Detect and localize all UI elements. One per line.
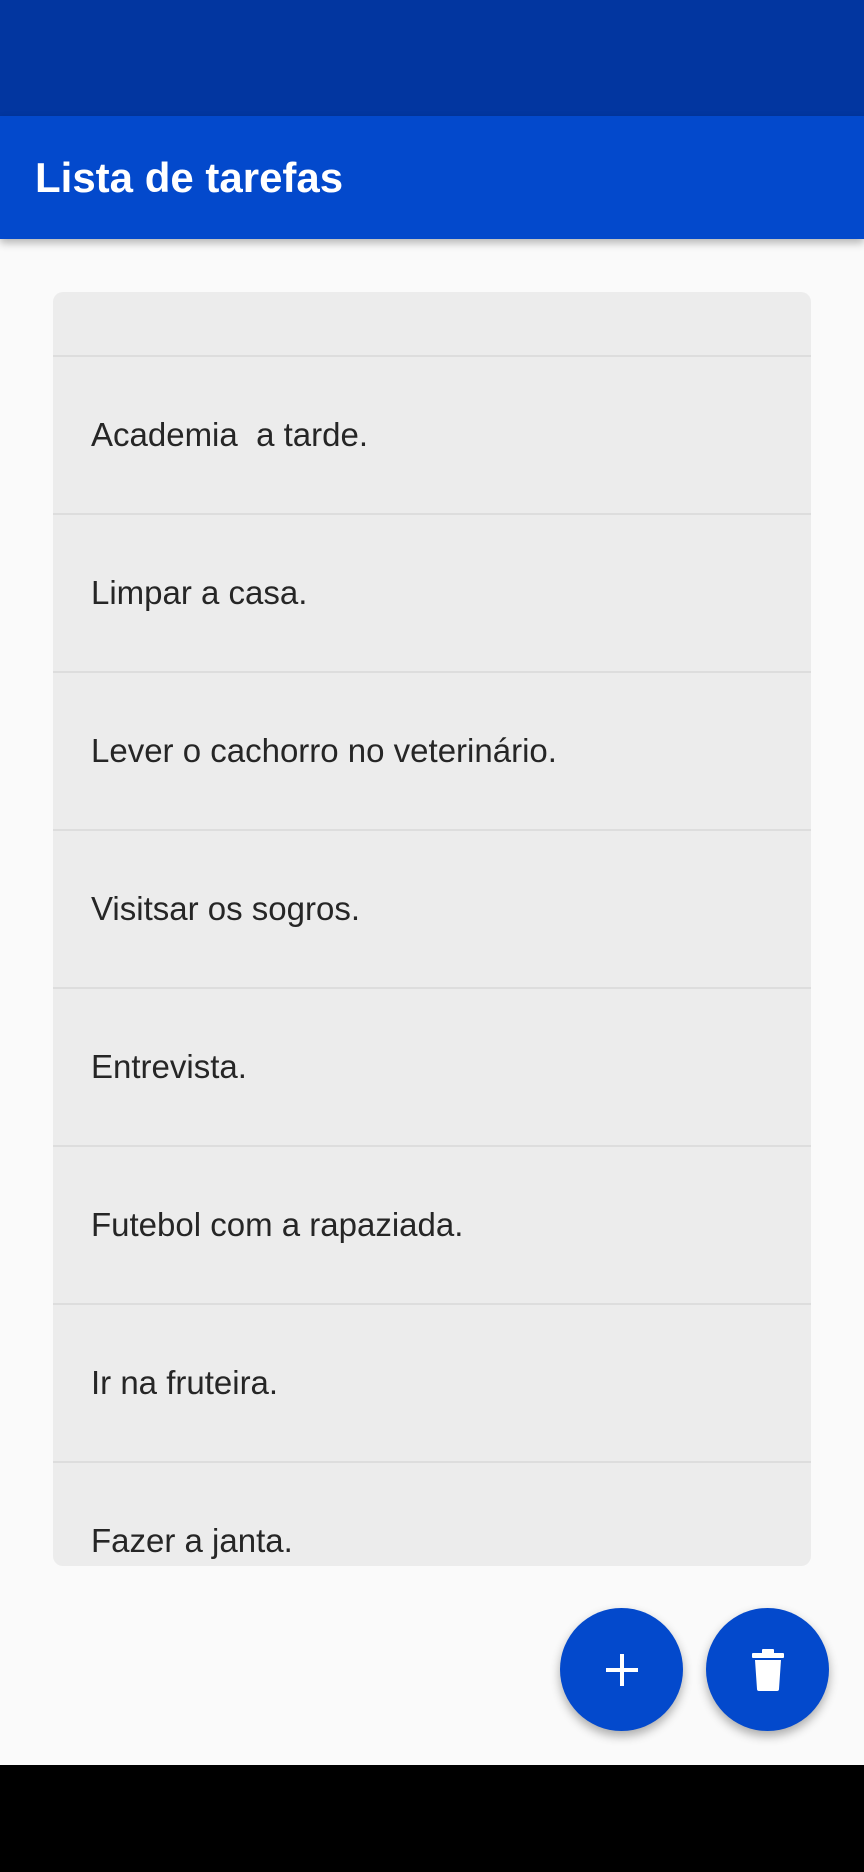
- task-item[interactable]: Futebol com a rapaziada.: [53, 1147, 811, 1305]
- task-item[interactable]: Lever o cachorro no veterinário.: [53, 673, 811, 831]
- task-list-scroll: . Academia a tarde. Limpar a casa. Lever…: [53, 292, 811, 1566]
- app-bar: Lista de tarefas: [0, 116, 864, 239]
- trash-icon: [751, 1648, 784, 1691]
- task-item[interactable]: Ir na fruteira.: [53, 1305, 811, 1463]
- status-bar: [0, 0, 864, 116]
- task-label: Lever o cachorro no veterinário.: [91, 732, 557, 769]
- task-label: Academia a tarde.: [91, 416, 368, 453]
- task-label: .: [222, 292, 231, 355]
- task-item[interactable]: Fazer a janta.: [53, 1463, 811, 1566]
- task-item[interactable]: Academia a tarde.: [53, 357, 811, 515]
- task-label: Fazer a janta.: [91, 1522, 293, 1559]
- task-item[interactable]: Entrevista.: [53, 989, 811, 1147]
- app-title: Lista de tarefas: [35, 154, 344, 201]
- navigation-bar: [0, 1765, 864, 1872]
- task-label: Limpar a casa.: [91, 574, 308, 611]
- task-item[interactable]: .: [53, 292, 811, 357]
- task-item[interactable]: Limpar a casa.: [53, 515, 811, 673]
- task-item[interactable]: Visitsar os sogros.: [53, 831, 811, 989]
- task-list[interactable]: . Academia a tarde. Limpar a casa. Lever…: [53, 292, 811, 1566]
- task-label: Entrevista.: [91, 1048, 247, 1085]
- add-task-button[interactable]: [560, 1608, 683, 1731]
- task-label: Futebol com a rapaziada.: [91, 1206, 464, 1243]
- delete-tasks-button[interactable]: [706, 1608, 829, 1731]
- task-label: Visitsar os sogros.: [91, 890, 360, 927]
- task-label: Ir na fruteira.: [91, 1364, 279, 1401]
- plus-icon: [605, 1653, 638, 1686]
